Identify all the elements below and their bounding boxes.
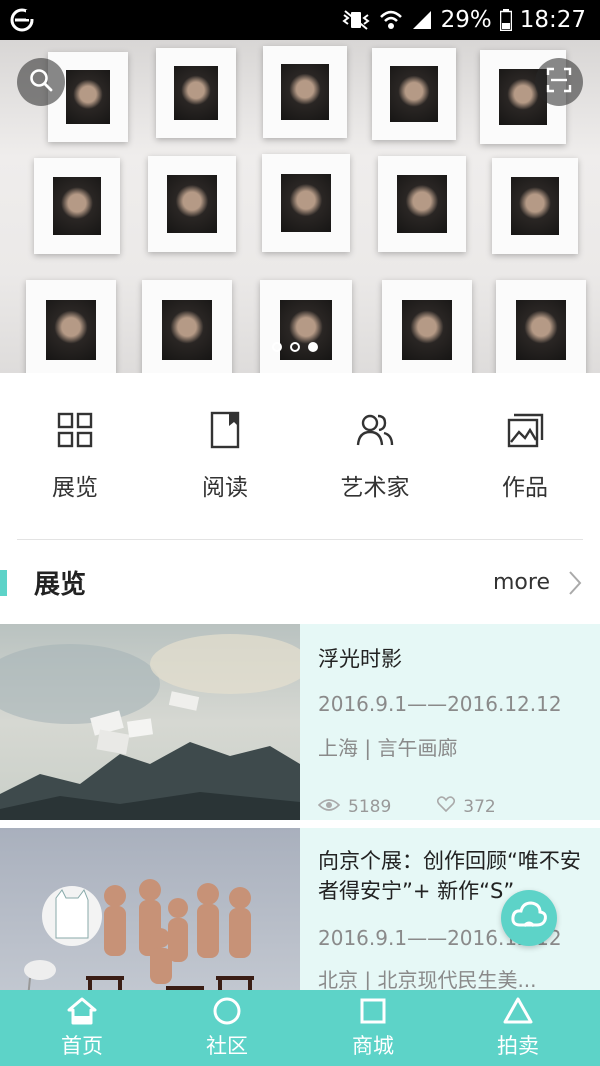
cloud-icon [510,899,548,937]
quick-nav-label: 作品 [502,475,548,501]
mask-frame [156,48,236,138]
people-icon [355,410,395,450]
mask-frame [382,280,472,373]
heart-icon[interactable] [437,796,463,817]
gallery-icon [505,410,545,450]
floating-cloud-button[interactable] [501,890,557,946]
carousel-dot-active[interactable] [308,342,318,352]
tab-auction[interactable]: 拍卖 [443,990,593,1066]
square-icon [358,996,388,1026]
exhibition-card[interactable]: 浮光时影 2016.9.1——2016.12.12 上海 | 言午画廊 5189… [0,624,600,820]
search-icon [28,67,54,97]
carousel-dot[interactable] [290,342,300,352]
mask-frame [48,52,128,142]
quick-nav-exhibitions[interactable]: 展览 [0,392,150,512]
mask-frame [492,158,578,254]
circle-icon [212,996,242,1026]
scan-icon [546,67,572,97]
wifi-icon [379,9,403,31]
quick-nav-works[interactable]: 作品 [450,392,600,512]
carousel-dot[interactable] [272,342,282,352]
mask-frame [26,280,116,373]
quick-nav-artists[interactable]: 艺术家 [300,392,450,512]
clock: 18:27 [519,7,586,33]
quick-nav-reading[interactable]: 阅读 [150,392,300,512]
mask-frame [142,280,232,373]
exhibition-title: 向京个展：创作回顾“唯不安者得安宁”+ 新作“S” [318,849,581,903]
section-title: 展览 [34,570,87,600]
exhibition-thumbnail [0,624,300,820]
status-bar: 29% 18:27 [0,0,600,40]
tab-label: 社区 [206,1034,248,1058]
tab-label: 拍卖 [497,1034,539,1058]
mask-frame [262,154,350,252]
quick-nav-label: 艺术家 [340,475,410,501]
exhibition-info: 浮光时影 2016.9.1——2016.12.12 上海 | 言午画廊 5189… [317,624,590,820]
quick-nav-label: 阅读 [202,475,248,501]
search-button[interactable] [17,58,65,106]
chevron-right-icon[interactable] [568,570,582,600]
app-logo-icon [10,8,34,32]
book-icon [205,410,245,450]
divider [17,539,583,540]
hero-banner[interactable] [0,40,600,373]
signal-icon [411,9,433,31]
like-count: 372 [463,796,496,817]
tab-community[interactable]: 社区 [152,990,302,1066]
bottom-tab-bar: 首页 社区 商城 拍卖 [0,990,600,1066]
mask-frame [34,158,120,254]
mask-frame [378,156,466,252]
scan-button[interactable] [535,58,583,106]
home-icon [67,996,97,1026]
mask-frame [148,156,236,252]
mask-frame [496,280,586,373]
tab-mall[interactable]: 商城 [298,990,448,1066]
carousel-indicator [272,342,318,352]
quick-nav-label: 展览 [52,475,98,501]
mask-frame [372,48,456,140]
exhibition-location: 北京 | 北京现代民生美... [318,968,537,992]
section-accent-bar [0,570,7,596]
tab-home[interactable]: 首页 [7,990,157,1066]
battery-percent: 29% [440,7,492,33]
grid-icon [55,410,95,450]
quick-nav: 展览 阅读 艺术家 作品 [0,392,600,522]
section-header: 展览 more [0,560,600,608]
exhibition-title: 浮光时影 [318,647,402,671]
triangle-icon [503,996,533,1026]
tab-label: 商城 [352,1034,394,1058]
mask-frame [263,46,347,138]
more-link[interactable]: more [493,570,550,595]
view-count: 5189 [348,796,392,817]
eye-icon [317,797,348,817]
exhibition-location: 上海 | 言午画廊 [318,736,458,760]
mask-frame [260,280,352,373]
exhibition-stats: 5189 372 [317,796,496,817]
tab-label: 首页 [61,1034,103,1058]
vibrate-mute-icon [341,9,371,31]
battery-icon [499,9,512,31]
exhibition-date: 2016.9.1——2016.12.12 [318,692,562,716]
